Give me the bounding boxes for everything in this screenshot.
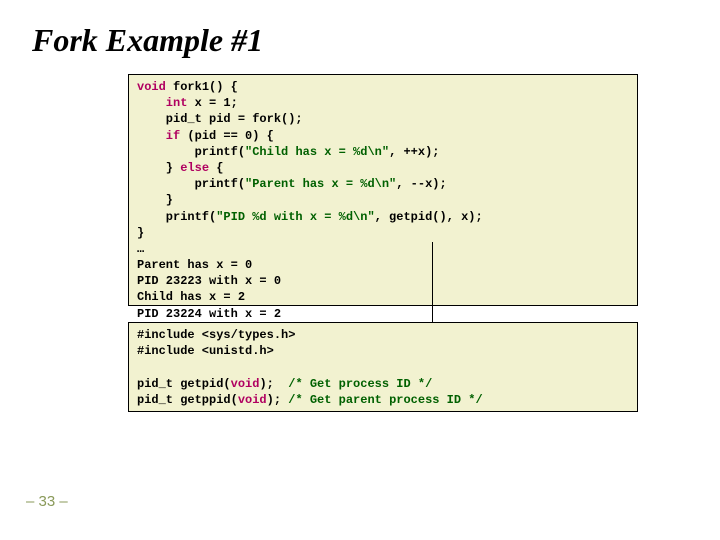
kw-void: void bbox=[137, 80, 166, 94]
code-text: , --x); bbox=[396, 177, 446, 191]
kw-if: if bbox=[137, 129, 180, 143]
code-text: fork1() { bbox=[166, 80, 238, 94]
code-text: } bbox=[137, 193, 173, 207]
code-text: x = 1; bbox=[187, 96, 237, 110]
kw-void: void bbox=[231, 377, 260, 391]
slide: Fork Example #1 void fork1() { int x = 1… bbox=[0, 0, 720, 540]
output-line: Child has x = 2 bbox=[137, 290, 245, 304]
kw-else: else bbox=[180, 161, 209, 175]
code-text: printf( bbox=[137, 210, 216, 224]
kw-int: int bbox=[137, 96, 187, 110]
code-box-includes: #include <sys/types.h> #include <unistd.… bbox=[128, 322, 638, 412]
code-text: ); bbox=[259, 377, 288, 391]
code-text: , ++x); bbox=[389, 145, 439, 159]
code-text: #include <unistd.h> bbox=[137, 344, 274, 358]
comment: /* Get parent process ID */ bbox=[288, 393, 482, 407]
code-text: (pid == 0) { bbox=[180, 129, 274, 143]
slide-title: Fork Example #1 bbox=[32, 22, 263, 59]
code-text: } bbox=[137, 226, 144, 240]
comment: /* Get process ID */ bbox=[288, 377, 432, 391]
page-number: – 33 – bbox=[26, 493, 68, 510]
output-line: Parent has x = 0 bbox=[137, 258, 252, 272]
code-text: printf( bbox=[137, 145, 245, 159]
code-text: ); bbox=[267, 393, 289, 407]
output-line: PID 23223 with x = 0 bbox=[137, 274, 281, 288]
output-line: PID 23224 with x = 2 bbox=[137, 307, 281, 321]
code-text: } bbox=[137, 161, 180, 175]
code-text: { bbox=[209, 161, 223, 175]
code-text: pid_t getppid( bbox=[137, 393, 238, 407]
code-box-fork-example: void fork1() { int x = 1; pid_t pid = fo… bbox=[128, 74, 638, 306]
code-text: pid_t pid = fork(); bbox=[137, 112, 303, 126]
code-text: … bbox=[137, 242, 144, 256]
code-text: #include <sys/types.h> bbox=[137, 328, 295, 342]
code-text: pid_t getpid( bbox=[137, 377, 231, 391]
kw-void: void bbox=[238, 393, 267, 407]
code-text: printf( bbox=[137, 177, 245, 191]
string-literal: "Parent has x = %d\n" bbox=[245, 177, 396, 191]
string-literal: "Child has x = %d\n" bbox=[245, 145, 389, 159]
string-literal: "PID %d with x = %d\n" bbox=[216, 210, 374, 224]
connector-line bbox=[432, 242, 433, 322]
code-text: , getpid(), x); bbox=[375, 210, 483, 224]
